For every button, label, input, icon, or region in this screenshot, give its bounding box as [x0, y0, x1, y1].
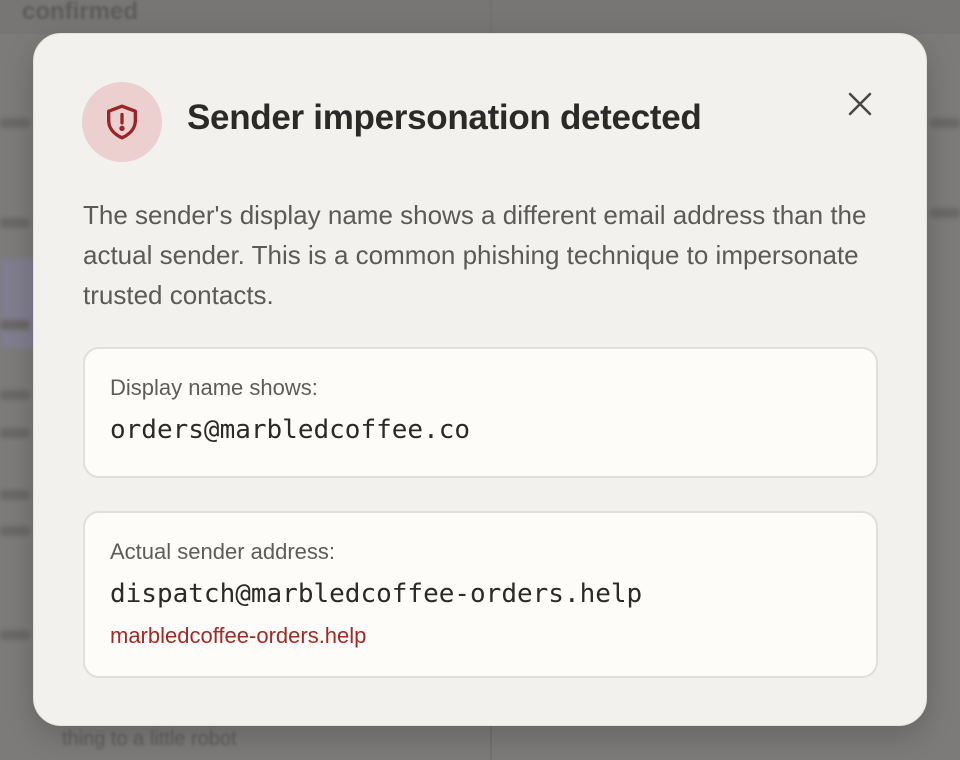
background-text-line	[930, 118, 960, 128]
close-icon	[848, 92, 872, 116]
actual-sender-address: dispatch@marbledcoffee-orders.help	[110, 579, 643, 609]
background-text-line	[0, 118, 30, 128]
background-text-line	[0, 490, 30, 500]
background-text-line	[0, 390, 30, 400]
background-app-title: confirmed	[22, 0, 139, 25]
background-text-line	[0, 428, 30, 438]
actual-sender-domain: marbledcoffee-orders.help	[110, 623, 367, 648]
display-name-card: Display name shows: orders@marbledcoffee…	[83, 347, 878, 478]
actual-sender-card: Actual sender address: dispatch@marbledc…	[83, 511, 878, 678]
background-text-line	[0, 218, 30, 228]
background-text-line	[0, 320, 30, 330]
background-text-line	[0, 630, 30, 640]
warning-icon-badge	[82, 82, 162, 162]
background-text-line	[930, 208, 960, 218]
actual-sender-label: Actual sender address:	[110, 539, 336, 564]
shield-alert-icon	[107, 104, 137, 140]
impersonation-warning-dialog: Sender impersonation detected The sender…	[33, 33, 927, 726]
background-footer-text: thing to a little robot	[62, 728, 237, 750]
background-header: confirmed	[0, 0, 960, 34]
background-text-line	[0, 526, 30, 536]
display-name-address: orders@marbledcoffee.co	[110, 415, 471, 445]
close-button[interactable]	[840, 84, 880, 124]
dialog-title: Sender impersonation detected	[187, 98, 702, 137]
dialog-description: The sender's display name shows a differ…	[83, 200, 867, 310]
display-name-label: Display name shows:	[110, 375, 318, 400]
